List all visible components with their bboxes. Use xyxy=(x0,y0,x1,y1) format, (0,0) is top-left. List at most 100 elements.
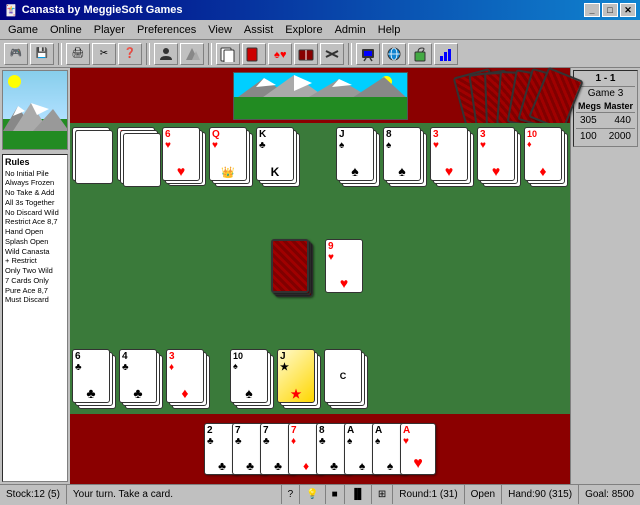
rule-1: No Initial Pile xyxy=(5,169,65,179)
center-wrapper: 3♠♠ 5♥♥ 6♥♥ xyxy=(70,68,570,484)
opponent-area-top xyxy=(70,68,570,123)
opp-meld-6hearts[interactable]: 6♥♥ xyxy=(162,127,206,185)
toolbar-chart[interactable] xyxy=(434,43,458,65)
draw-pile[interactable] xyxy=(271,239,315,299)
player-meld-4clubs[interactable]: 4♣♣ xyxy=(119,349,163,409)
status-bar: Stock:12 (5) Your turn. Take a card. ? 💡… xyxy=(0,484,640,504)
player-meld-jspades[interactable]: J★★ xyxy=(277,349,321,409)
game-record: 1 - 1 xyxy=(576,73,635,87)
rule-5: No Discard Wild xyxy=(5,208,65,218)
toolbar-mountain[interactable] xyxy=(180,43,204,65)
opp-meld-8spades[interactable]: 8♠♠ xyxy=(383,127,427,187)
score-col1: Megs xyxy=(578,101,601,111)
opponent-scene xyxy=(233,72,408,120)
player-cards: 2♣♣ 7♣♣ 7♣♣ 7♦♦ 8♣♣ A♠♠ A♠♠ xyxy=(204,423,436,475)
status-hint-btn[interactable]: 💡 xyxy=(300,485,325,504)
title-text: Canasta by MeggieSoft Games xyxy=(22,4,183,16)
status-anim2[interactable]: ⊞ xyxy=(372,485,393,504)
rule-13: Pure Ace 8,7 xyxy=(5,286,65,296)
status-stop-btn[interactable]: ■ xyxy=(326,485,345,504)
menu-player[interactable]: Player xyxy=(88,22,131,38)
player-melds-center: 10♠♠ J★★ C xyxy=(230,349,368,409)
toolbar-cards1[interactable] xyxy=(216,43,240,65)
rule-2: Always Frozen xyxy=(5,178,65,188)
rules-box: Rules No Initial Pile Always Frozen No T… xyxy=(2,154,68,482)
discard-pile[interactable]: 9♥♥ xyxy=(325,239,369,299)
maximize-button[interactable]: □ xyxy=(602,3,618,17)
rule-9: Wild Canasta xyxy=(5,247,65,257)
menu-game[interactable]: Game xyxy=(2,22,44,38)
app-icon: 🃏 xyxy=(4,4,18,17)
opp-meld-jspades[interactable]: J♠♠ xyxy=(336,127,380,187)
toolbar-print[interactable]: 🖨 xyxy=(66,43,90,65)
opp-meld-qhearts[interactable]: Q♥👑 xyxy=(209,127,253,185)
toolbar-bag[interactable] xyxy=(408,43,432,65)
status-stock: Stock:12 (5) xyxy=(0,485,67,504)
toolbar-sep4 xyxy=(348,43,352,65)
opponent-melds-right: J♠♠ 8♠♠ 3♥♥ xyxy=(336,127,568,187)
rule-4: All 3s Together xyxy=(5,198,65,208)
score-row-2: 100 2000 xyxy=(576,128,635,144)
menu-view[interactable]: View xyxy=(202,22,238,38)
toolbar-new[interactable]: 🎮 xyxy=(4,43,28,65)
rule-12: 7 Cards Only xyxy=(5,276,65,286)
toolbar-tv[interactable] xyxy=(356,43,380,65)
menu-explore[interactable]: Explore xyxy=(279,22,328,38)
rule-10: + Restrict xyxy=(5,256,65,266)
toolbar-player[interactable] xyxy=(154,43,178,65)
center-piles: 9♥♥ xyxy=(271,239,369,299)
toolbar-cards2[interactable] xyxy=(242,43,266,65)
menu-admin[interactable]: Admin xyxy=(329,22,372,38)
opp-meld-10diamonds[interactable]: 10♦♦ xyxy=(524,127,568,187)
toolbar-sep3 xyxy=(208,43,212,65)
score-col2: Master xyxy=(604,101,633,111)
hand-card-8[interactable]: A♥♥ xyxy=(400,423,436,475)
scene-image xyxy=(2,70,68,150)
minimize-button[interactable]: _ xyxy=(584,3,600,17)
status-turn: Your turn. Take a card. xyxy=(67,485,282,504)
toolbar-cut[interactable]: ✂ xyxy=(92,43,116,65)
toolbar-shuffle[interactable] xyxy=(320,43,344,65)
score-v1: 305 xyxy=(580,115,597,126)
menu-online[interactable]: Online xyxy=(44,22,88,38)
menu-bar: Game Online Player Preferences View Assi… xyxy=(0,20,640,40)
player-meld-3diamonds[interactable]: 3♦♦ xyxy=(166,349,210,409)
game-board: 3♠♠ 5♥♥ 6♥♥ xyxy=(70,123,570,414)
status-hand: Hand:90 (315) xyxy=(502,485,579,504)
game-number: Game 3 xyxy=(576,87,635,100)
opp-meld-3hearts[interactable]: 3♥♥ xyxy=(430,127,474,187)
player-melds-bottom: 6♣♣ 4♣♣ 3♦♦ xyxy=(72,349,210,409)
menu-assist[interactable]: Assist xyxy=(238,22,279,38)
status-anim1[interactable]: ▐▌ xyxy=(345,485,372,504)
toolbar-cards3[interactable]: ♠♥ xyxy=(268,43,292,65)
game-container: Rules No Initial Pile Always Frozen No T… xyxy=(0,68,640,484)
rules-title: Rules xyxy=(5,157,65,169)
menu-preferences[interactable]: Preferences xyxy=(131,22,202,38)
status-help-btn[interactable]: ? xyxy=(282,485,301,504)
player-meld-10spades[interactable]: 10♠♠ xyxy=(230,349,274,409)
opp-meld-3hearts2[interactable]: 3♥♥ xyxy=(477,127,521,187)
left-panel: Rules No Initial Pile Always Frozen No T… xyxy=(0,68,70,484)
toolbar: 🎮 💾 🖨 ✂ ❓ ♠♥ xyxy=(0,40,640,68)
rule-6: Restrict Ace 8,7 xyxy=(5,217,65,227)
rule-11: Only Two Wild xyxy=(5,266,65,276)
toolbar-deal[interactable] xyxy=(294,43,318,65)
menu-help[interactable]: Help xyxy=(372,22,407,38)
toolbar-sep1 xyxy=(58,43,62,65)
toolbar-globe[interactable] xyxy=(382,43,406,65)
player-hand-area: 2♣♣ 7♣♣ 7♣♣ 7♦♦ 8♣♣ A♠♠ A♠♠ xyxy=(70,414,570,484)
svg-text:♥: ♥ xyxy=(280,49,287,61)
opponent-hand xyxy=(459,72,550,126)
score-row-1: 305 440 xyxy=(576,113,635,128)
opp-meld-kclubs[interactable]: K♣K xyxy=(256,127,300,185)
rule-8: Splash Open xyxy=(5,237,65,247)
close-button[interactable]: ✕ xyxy=(620,3,636,17)
rule-14: Must Discard xyxy=(5,295,65,305)
player-meld-6clubs[interactable]: 6♣♣ xyxy=(72,349,116,409)
toolbar-help[interactable]: ❓ xyxy=(118,43,142,65)
toolbar-save[interactable]: 💾 xyxy=(30,43,54,65)
opp-meld-3spades[interactable]: 3♠♠ xyxy=(72,127,114,185)
player-meld-canasta[interactable]: C xyxy=(324,349,368,409)
opp-meld-hearts[interactable]: 5♥♥ xyxy=(117,127,159,185)
status-open: Open xyxy=(465,485,502,504)
